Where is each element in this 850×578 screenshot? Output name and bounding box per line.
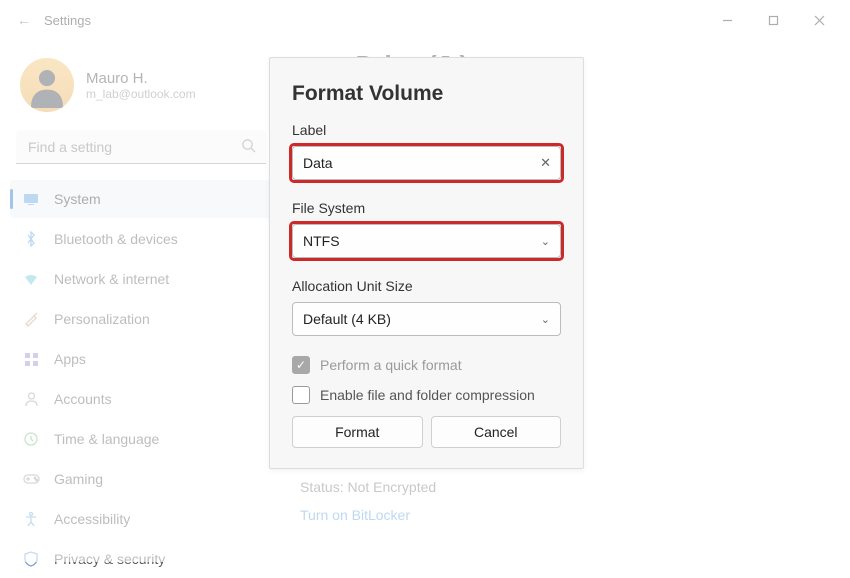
allocation-field-wrap: Default (4 KB) ⌄ bbox=[292, 302, 561, 336]
bitlocker-status: Status: Not Encrypted bbox=[300, 479, 842, 495]
clear-icon[interactable]: ✕ bbox=[540, 155, 551, 171]
filesystem-label: File System bbox=[292, 200, 561, 216]
nav-item-system[interactable]: System bbox=[10, 180, 272, 218]
filesystem-value: NTFS bbox=[303, 233, 340, 249]
cancel-button[interactable]: Cancel bbox=[431, 416, 562, 448]
filesystem-field-wrap: NTFS ⌄ bbox=[292, 224, 561, 258]
minimize-button[interactable] bbox=[704, 4, 750, 36]
nav-label: Gaming bbox=[54, 471, 103, 487]
user-email: m_lab@outlook.com bbox=[86, 87, 196, 101]
nav-item-network-internet[interactable]: Network & internet bbox=[10, 260, 272, 298]
quick-format-label: Perform a quick format bbox=[320, 357, 462, 373]
game-icon bbox=[22, 472, 40, 486]
nav-label: Bluetooth & devices bbox=[54, 231, 178, 247]
nav-item-bluetooth-devices[interactable]: Bluetooth & devices bbox=[10, 220, 272, 258]
nav-list: System Bluetooth & devices Network & inter… bbox=[10, 180, 272, 578]
chevron-down-icon: ⌄ bbox=[541, 313, 550, 326]
nav-label: Time & language bbox=[54, 431, 159, 447]
nav-item-accounts[interactable]: Accounts bbox=[10, 380, 272, 418]
bt-icon bbox=[22, 231, 40, 247]
brush-icon bbox=[22, 311, 40, 327]
user-name: Mauro H. bbox=[86, 70, 196, 87]
profile[interactable]: Mauro H. m_lab@outlook.com bbox=[10, 50, 272, 130]
allocation-select[interactable]: Default (4 KB) ⌄ bbox=[292, 302, 561, 336]
user-icon bbox=[22, 391, 40, 407]
nav-label: Accounts bbox=[54, 391, 112, 407]
nav-label: Accessibility bbox=[54, 511, 130, 527]
clock-icon bbox=[22, 431, 40, 447]
nav-item-accessibility[interactable]: Accessibility bbox=[10, 500, 272, 538]
back-button[interactable]: ← bbox=[8, 12, 40, 28]
search-wrap bbox=[16, 130, 266, 164]
format-volume-dialog: Format Volume Label ✕ File System NTFS ⌄… bbox=[269, 57, 584, 469]
label-field-wrap: ✕ bbox=[292, 146, 561, 180]
app-title: Settings bbox=[44, 13, 91, 28]
dialog-buttons: Format Cancel bbox=[292, 416, 561, 448]
nav-item-apps[interactable]: Apps bbox=[10, 340, 272, 378]
quick-format-row: ✓ Perform a quick format bbox=[292, 356, 561, 374]
compression-row[interactable]: Enable file and folder compression bbox=[292, 386, 561, 404]
nav-label: Apps bbox=[54, 351, 86, 367]
nav-label: Personalization bbox=[54, 311, 150, 327]
bitlocker-link[interactable]: Turn on BitLocker bbox=[300, 507, 842, 523]
quick-format-checkbox: ✓ bbox=[292, 356, 310, 374]
allocation-label: Allocation Unit Size bbox=[292, 278, 561, 294]
window-controls bbox=[704, 4, 842, 36]
nav-label: System bbox=[54, 191, 101, 207]
avatar bbox=[20, 58, 74, 112]
nav-item-privacy-security[interactable]: Privacy & security bbox=[10, 540, 272, 578]
shield-icon bbox=[22, 551, 40, 567]
format-button[interactable]: Format bbox=[292, 416, 423, 448]
allocation-value: Default (4 KB) bbox=[303, 311, 391, 327]
nav-item-gaming[interactable]: Gaming bbox=[10, 460, 272, 498]
dialog-title: Format Volume bbox=[292, 82, 561, 106]
nav-item-personalization[interactable]: Personalization bbox=[10, 300, 272, 338]
chevron-down-icon: ⌄ bbox=[541, 235, 550, 248]
compression-checkbox[interactable] bbox=[292, 386, 310, 404]
maximize-button[interactable] bbox=[750, 4, 796, 36]
search-input[interactable] bbox=[16, 130, 266, 164]
search-icon bbox=[241, 138, 256, 158]
compression-label: Enable file and folder compression bbox=[320, 387, 535, 403]
sidebar: Mauro H. m_lab@outlook.com System Bluetoo… bbox=[0, 40, 282, 562]
label-field-label: Label bbox=[292, 122, 561, 138]
title-bar: ← Settings bbox=[0, 0, 850, 40]
nav-label: Network & internet bbox=[54, 271, 169, 287]
net-icon bbox=[22, 271, 40, 287]
nav-label: Privacy & security bbox=[54, 551, 165, 567]
apps-icon bbox=[22, 352, 40, 367]
access-icon bbox=[22, 511, 40, 527]
label-input[interactable] bbox=[292, 146, 561, 180]
pc-icon bbox=[22, 191, 40, 207]
nav-item-time-language[interactable]: Time & language bbox=[10, 420, 272, 458]
filesystem-select[interactable]: NTFS ⌄ bbox=[292, 224, 561, 258]
close-button[interactable] bbox=[796, 4, 842, 36]
